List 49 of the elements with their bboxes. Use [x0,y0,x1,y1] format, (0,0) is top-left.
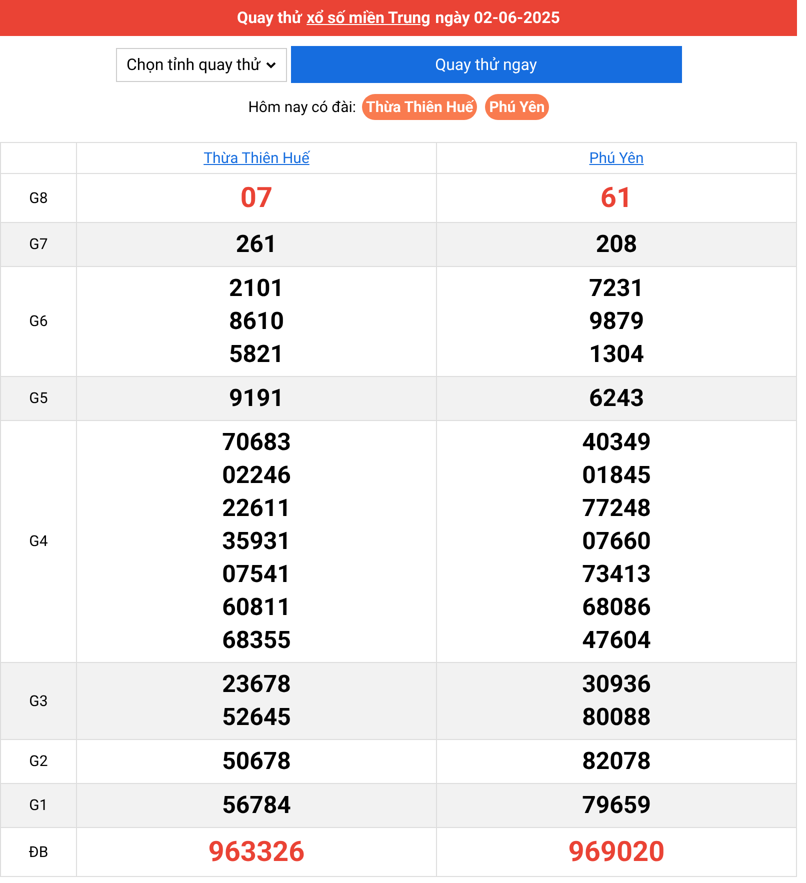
result-number: 9879 [588,306,644,337]
result-number: 73413 [582,559,651,590]
prize-cell: ĐB [0,828,76,876]
result-number: 52645 [222,702,291,733]
header-link[interactable]: xổ số miền Trung [306,6,430,30]
result-number: 07 [240,180,273,216]
result-number: 01845 [582,460,651,491]
result-number: 30936 [582,669,651,700]
result-number: 1304 [588,339,644,370]
result-number: 969020 [568,834,665,870]
spin-button[interactable]: Quay thử ngay [290,46,682,83]
result-number: 80088 [582,702,651,733]
result-number: 70683 [222,427,291,458]
station-badge[interactable]: Thừa Thiên Huế [362,94,478,120]
result-number: 68355 [222,625,291,656]
result-number: 02246 [222,460,291,491]
result-number: 9191 [228,383,284,414]
result-number: 261 [236,229,278,260]
today-label: Hôm nay có đài: [248,96,356,118]
result-number: 77248 [582,493,651,524]
province-link[interactable]: Thừa Thiên Huế [204,149,310,167]
result-number: 79659 [582,790,651,821]
result-number: 61 [600,180,633,216]
result-number: 07541 [222,559,291,590]
prize-cell: G4 [0,420,76,662]
result-number: 60811 [222,592,291,623]
result-number: 47604 [582,625,651,656]
result-number: 22611 [222,493,291,524]
result-number: 23678 [222,669,291,700]
header-text: Quay thử [237,7,302,29]
header-date: ngày 02-06-2025 [435,7,560,29]
result-number: 35931 [222,526,291,557]
result-number: 40349 [582,427,651,458]
result-number: 82078 [582,746,651,777]
result-number: 963326 [208,834,305,870]
station-badge[interactable]: Phú Yên [485,94,549,120]
result-number: 68086 [582,592,651,623]
chevron-down-icon [266,60,276,68]
result-number: 208 [596,229,638,260]
result-number: 5821 [228,339,284,370]
result-number: 8610 [228,306,284,337]
result-number: 56784 [222,790,291,821]
province-link[interactable]: Phú Yên [589,149,644,167]
result-number: 7231 [588,273,644,304]
result-number: 6243 [588,383,644,414]
result-number: 2101 [228,273,284,304]
province-select[interactable]: Chọn tỉnh quay thử [116,48,286,82]
result-number: 50678 [222,746,291,777]
result-number: 07660 [582,526,651,557]
